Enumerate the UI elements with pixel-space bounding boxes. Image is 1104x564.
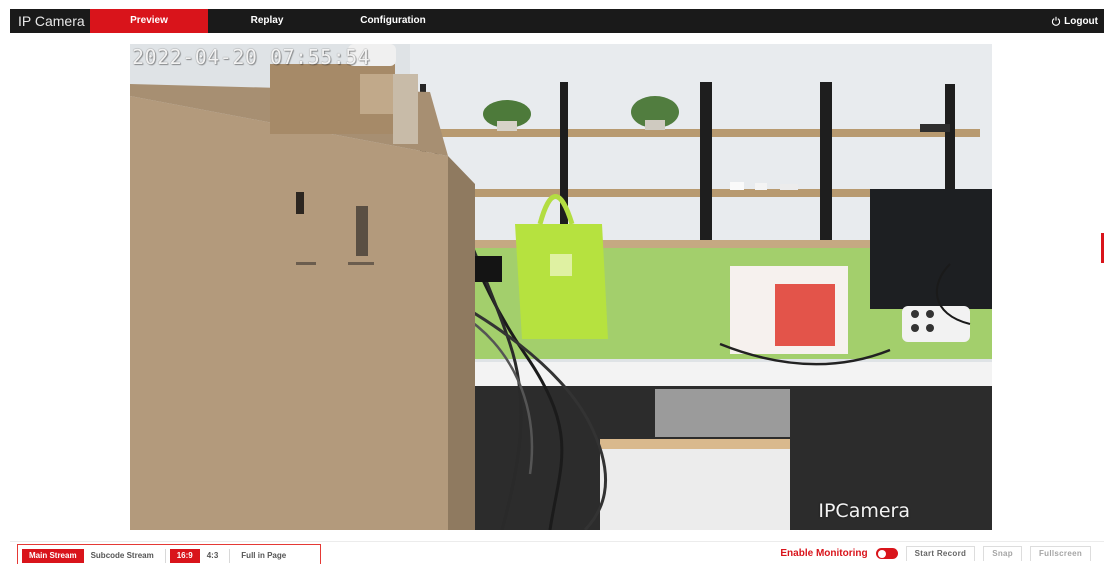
main-stream-button[interactable]: Main Stream xyxy=(22,548,84,563)
toggle-knob xyxy=(877,549,886,558)
toolbar-divider xyxy=(229,548,231,563)
preview-toolbar: Main Stream Subcode Stream 16:9 4:3 Full… xyxy=(10,541,1104,564)
recording-controls: Enable Monitoring Start Record Snap Full… xyxy=(780,546,1091,561)
tab-preview[interactable]: Preview xyxy=(90,9,208,33)
enable-monitoring-label[interactable]: Enable Monitoring xyxy=(780,548,867,559)
start-record-button[interactable]: Start Record xyxy=(905,546,976,561)
top-navigation-bar: IP Camera Preview Replay Configuration L… xyxy=(10,9,1104,33)
tab-replay[interactable]: Replay xyxy=(208,9,326,33)
enable-monitoring-toggle[interactable] xyxy=(875,548,898,559)
power-icon xyxy=(1052,16,1061,26)
subcode-stream-button[interactable]: Subcode Stream xyxy=(84,549,161,563)
logout-label: Logout xyxy=(1064,15,1098,27)
stream-and-ratio-controls: Main Stream Subcode Stream 16:9 4:3 Full… xyxy=(17,544,321,564)
live-video-view[interactable]: 2022-04-20 07:55:54 IPCamera xyxy=(130,44,992,530)
ratio-4-3-button[interactable]: 4:3 xyxy=(200,549,226,563)
fullscreen-button[interactable]: Fullscreen xyxy=(1029,546,1091,561)
ratio-16-9-button[interactable]: 16:9 xyxy=(169,548,200,563)
osd-camera-name: IPCamera xyxy=(818,500,910,522)
camera-scene xyxy=(130,44,992,530)
tab-configuration[interactable]: Configuration xyxy=(326,9,460,33)
logout-button[interactable]: Logout xyxy=(1051,9,1098,33)
snap-button[interactable]: Snap xyxy=(983,546,1022,561)
toolbar-divider xyxy=(164,548,166,563)
app-title: IP Camera xyxy=(18,13,85,29)
osd-timestamp: 2022-04-20 07:55:54 xyxy=(132,45,371,69)
full-in-page-button[interactable]: Full in Page xyxy=(234,549,293,563)
